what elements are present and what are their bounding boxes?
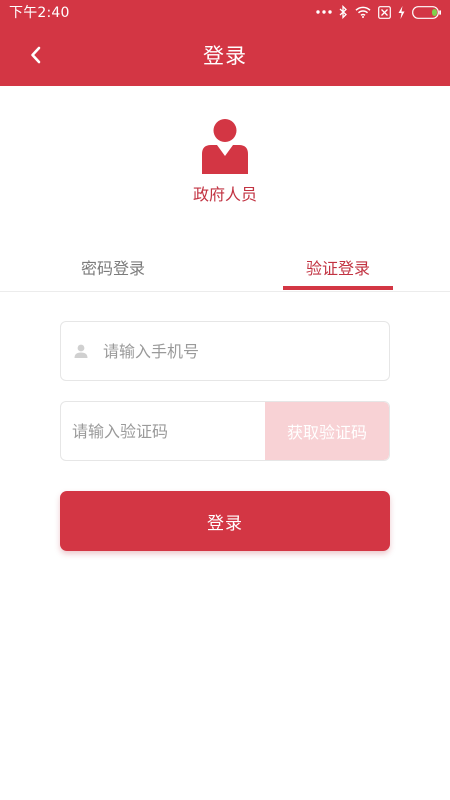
app-header: 下午2:40 登录 bbox=[0, 0, 450, 86]
active-tab-indicator bbox=[283, 286, 393, 290]
status-icons bbox=[316, 5, 442, 19]
login-tabs: 密码登录 验证登录 bbox=[0, 240, 450, 292]
government-person-icon bbox=[200, 118, 250, 174]
login-button[interactable]: 登录 bbox=[60, 491, 390, 551]
charging-icon bbox=[398, 5, 405, 19]
status-time: 下午2:40 bbox=[9, 5, 70, 21]
role-label: 政府人员 bbox=[192, 185, 257, 204]
get-code-button[interactable]: 获取验证码 bbox=[265, 402, 389, 460]
more-dots-icon bbox=[316, 9, 332, 15]
user-icon bbox=[74, 344, 88, 358]
bluetooth-icon bbox=[339, 5, 348, 19]
sim-missing-icon bbox=[378, 5, 391, 19]
wifi-icon bbox=[355, 6, 371, 18]
phone-input[interactable] bbox=[101, 322, 381, 380]
phone-field-container bbox=[60, 321, 390, 381]
tab-password-login[interactable]: 密码登录 bbox=[58, 240, 168, 291]
battery-icon bbox=[412, 5, 442, 19]
verification-code-input[interactable] bbox=[70, 402, 265, 460]
code-field-container: 获取验证码 bbox=[60, 401, 390, 461]
nav-bar: 登录 bbox=[0, 24, 450, 86]
status-bar: 下午2:40 bbox=[0, 0, 450, 24]
tab-sms-login[interactable]: 验证登录 bbox=[283, 240, 393, 291]
page-title: 登录 bbox=[203, 44, 247, 68]
